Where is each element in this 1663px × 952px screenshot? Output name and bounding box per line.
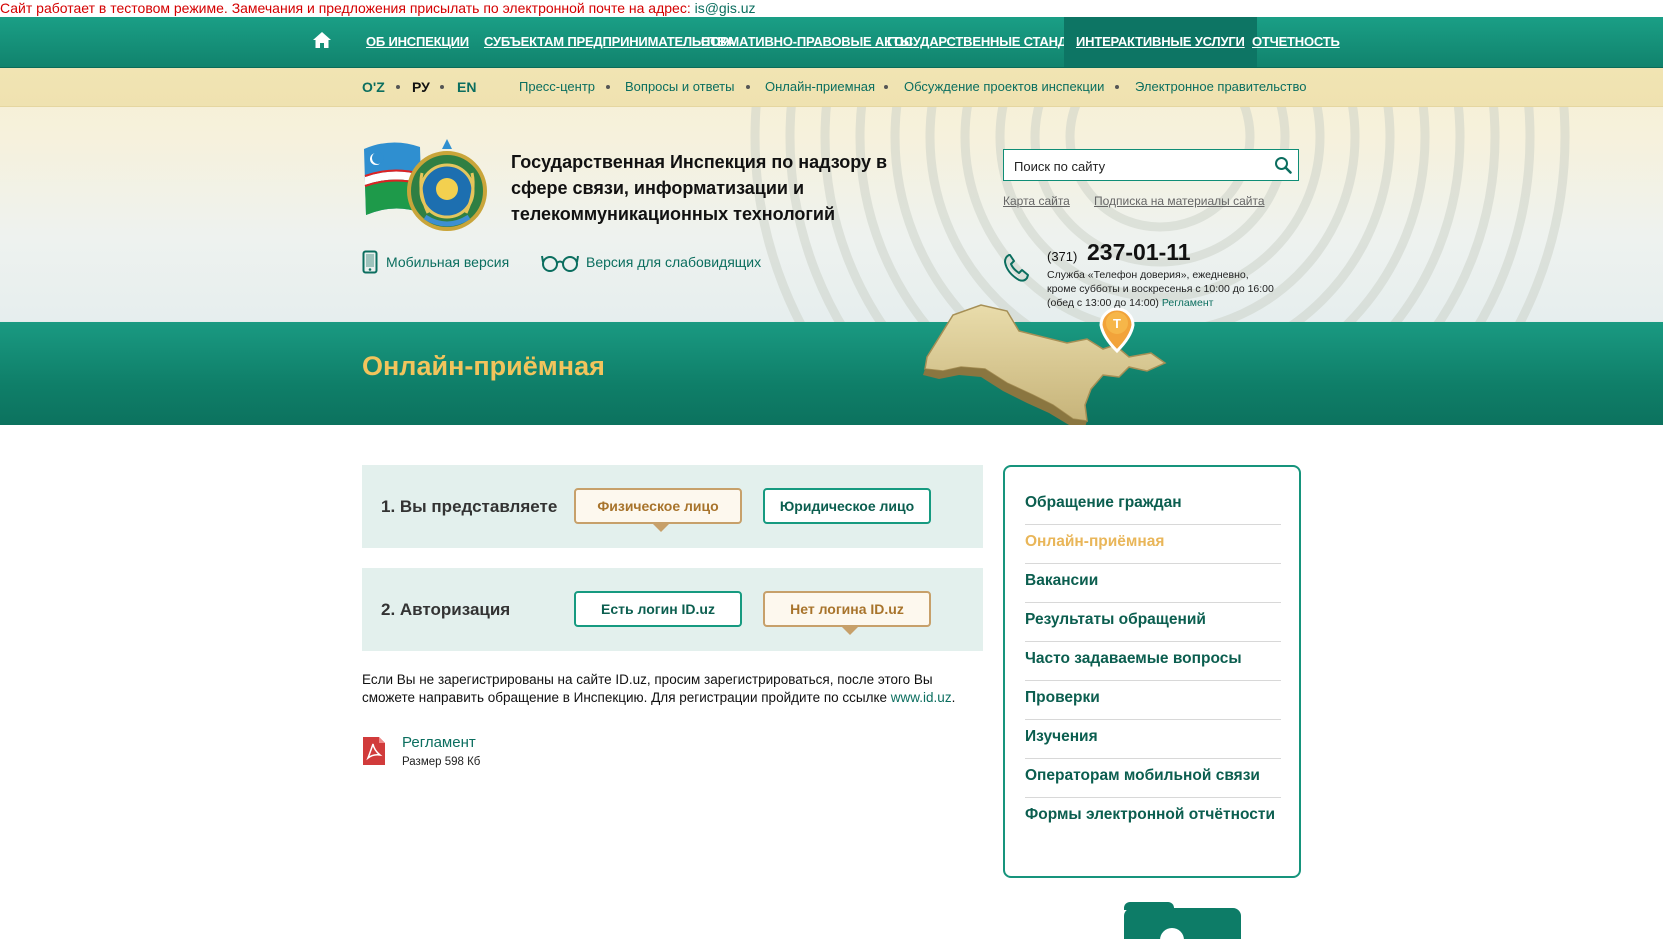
- registration-note: Если Вы не зарегистрированы на сайте ID.…: [362, 671, 962, 707]
- subnav-faq[interactable]: Вопросы и ответы: [625, 68, 734, 106]
- state-emblem-logo: [364, 139, 487, 231]
- map-marker: T: [1099, 307, 1135, 354]
- sidebar-divider: [1025, 680, 1281, 681]
- sidebar-menu: Обращение граждан Онлайн-приёмная Ваканс…: [1003, 465, 1301, 878]
- notice-text: Сайт работает в тестовом режиме. Замечан…: [0, 0, 695, 16]
- lang-uz[interactable]: O'Z: [362, 68, 385, 106]
- home-icon[interactable]: [312, 31, 332, 49]
- nav-interactive-services[interactable]: ИНТЕРАКТИВНЫЕ УСЛУГИ: [1064, 17, 1257, 67]
- pdf-file-icon: [363, 737, 385, 765]
- search-box: [1003, 149, 1299, 181]
- lang-en[interactable]: EN: [457, 68, 476, 106]
- note-end: .: [951, 690, 956, 705]
- uzbekistan-map: T: [923, 304, 1167, 425]
- nav-about-inspection[interactable]: ОБ ИНСПЕКЦИИ: [366, 17, 469, 67]
- separator-dot: [396, 85, 400, 89]
- page-title: Онлайн-приёмная: [362, 351, 605, 381]
- sidebar-divider: [1025, 797, 1281, 798]
- sidebar-item-appeal-results[interactable]: Результаты обращений: [1025, 610, 1281, 630]
- test-mode-notice: Сайт работает в тестовом режиме. Замечан…: [0, 0, 1663, 17]
- document-size: Размер 598 Кб: [402, 756, 481, 768]
- sidebar-item-citizen-appeals[interactable]: Обращение граждан: [1025, 493, 1281, 513]
- step-1-label: 1. Вы представляете: [381, 497, 558, 516]
- sidebar-divider: [1025, 602, 1281, 603]
- mobile-phone-icon: [362, 250, 378, 274]
- sitemap-link[interactable]: Карта сайта: [1003, 194, 1070, 208]
- secondary-navigation: O'Z РУ EN Пресс-центр Вопросы и ответы О…: [0, 68, 1663, 107]
- sidebar-divider: [1025, 563, 1281, 564]
- site-header: ОБ ИНСПЕКЦИИ СУБЪЕКТАМ ПРЕДПРИНИМАТЕЛЬСТ…: [0, 17, 1663, 425]
- hotline-desc-line: кроме субботы и воскресенья с 10:00 до 1…: [1047, 283, 1274, 295]
- subnav-press-center[interactable]: Пресс-центр: [519, 68, 595, 106]
- subnav-e-government[interactable]: Электронное правительство: [1135, 68, 1306, 106]
- nav-business-entities[interactable]: СУБЪЕКТАМ ПРЕДПРИНИМАТЕЛЬСТВА: [484, 17, 735, 67]
- hotline-desc-line: Служба «Телефон доверия», ежедневно,: [1047, 269, 1249, 281]
- separator-dot: [440, 85, 444, 89]
- sidebar-divider: [1025, 524, 1281, 525]
- site-title: Государственная Инспекция по надзору в с…: [511, 152, 888, 224]
- subscribe-link[interactable]: Подписка на материалы сайта: [1094, 194, 1265, 208]
- sidebar-item-faq[interactable]: Часто задаваемые вопросы: [1025, 649, 1281, 669]
- bottom-tab-circle: [1160, 928, 1184, 952]
- sidebar-item-vacancies[interactable]: Вакансии: [1025, 571, 1281, 591]
- sidebar-item-inspections[interactable]: Проверки: [1025, 688, 1281, 708]
- search-icon[interactable]: [1274, 156, 1292, 174]
- sidebar-divider: [1025, 758, 1281, 759]
- sidebar-item-mobile-operators[interactable]: Операторам мобильной связи: [1025, 766, 1281, 786]
- phone-number: 237-01-11: [1087, 239, 1191, 265]
- separator-dot: [746, 85, 750, 89]
- sidebar-item-online-reception[interactable]: Онлайн-приёмная: [1025, 532, 1281, 552]
- nav-legal-acts[interactable]: НОРМАТИВНО-ПРАВОВЫЕ АКТЫ: [701, 17, 913, 67]
- step-authorization: 2. Авторизация Есть логин ID.uz Нет логи…: [362, 568, 983, 651]
- sidebar-divider: [1025, 641, 1281, 642]
- sidebar-item-e-reporting-forms[interactable]: Формы электронной отчётности: [1025, 805, 1281, 825]
- legal-entity-option-button[interactable]: Юридическое лицо: [763, 488, 931, 524]
- step-person-type: 1. Вы представляете Физическое лицо Юрид…: [362, 465, 983, 548]
- lang-ru[interactable]: РУ: [412, 68, 430, 106]
- map-marker-label: T: [1113, 316, 1121, 331]
- sidebar-item-studies[interactable]: Изучения: [1025, 727, 1281, 747]
- individual-option-button[interactable]: Физическое лицо: [574, 488, 742, 532]
- no-id-login-button[interactable]: Нет логина ID.uz: [763, 591, 931, 635]
- id-uz-link[interactable]: www.id.uz: [891, 690, 952, 705]
- step-2-label: 2. Авторизация: [381, 600, 511, 619]
- main-navigation: ОБ ИНСПЕКЦИИ СУБЪЕКТАМ ПРЕДПРИНИМАТЕЛЬСТ…: [0, 17, 1663, 68]
- has-id-login-button[interactable]: Есть логин ID.uz: [574, 591, 742, 627]
- phone-area-code: (371): [1047, 249, 1078, 264]
- notice-email-link[interactable]: is@gis.uz: [695, 0, 756, 16]
- subnav-online-reception[interactable]: Онлайн-приемная: [765, 68, 875, 106]
- low-vision-label: Версия для слабовидящих: [586, 254, 762, 270]
- reglament-document-link[interactable]: Регламент: [402, 734, 476, 751]
- nav-reporting[interactable]: ОТЧЕТНОСТЬ: [1252, 17, 1340, 67]
- mobile-version-label: Мобильная версия: [386, 254, 510, 270]
- phone-icon: [1004, 254, 1029, 282]
- page-banner: [0, 322, 1663, 425]
- subnav-project-discussion[interactable]: Обсуждение проектов инспекции: [904, 68, 1104, 106]
- sidebar-divider: [1025, 719, 1281, 720]
- separator-dot: [1115, 85, 1119, 89]
- separator-dot: [606, 85, 610, 89]
- search-input[interactable]: [1012, 155, 1266, 177]
- separator-dot: [884, 85, 888, 89]
- note-text: Если Вы не зарегистрированы на сайте ID.…: [362, 672, 933, 705]
- glasses-icon: [541, 255, 579, 272]
